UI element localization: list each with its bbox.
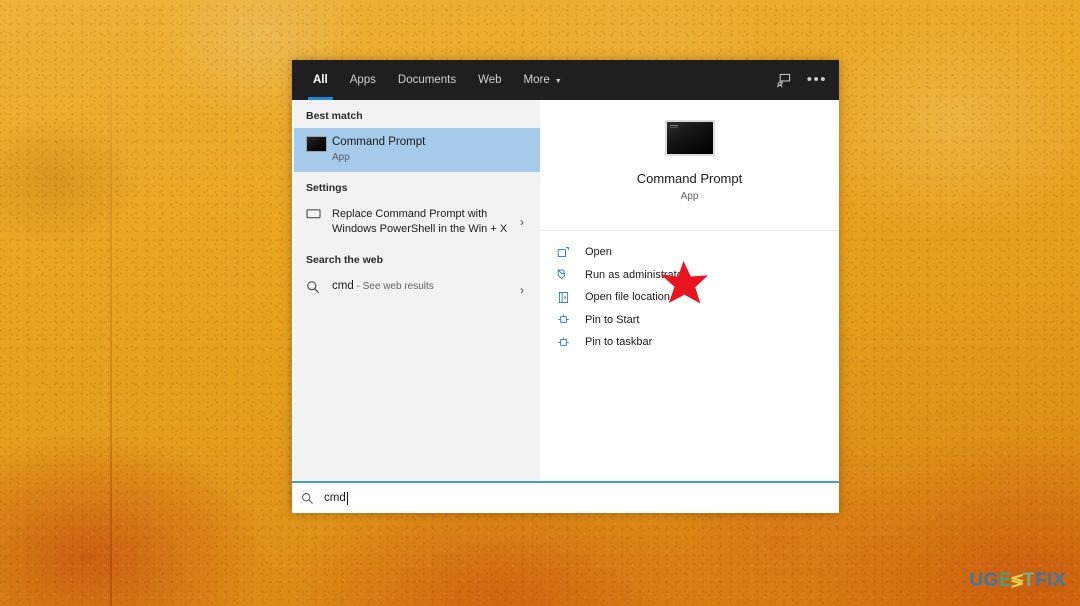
chevron-right-icon[interactable]: › bbox=[514, 283, 530, 297]
result-text: Command Prompt App bbox=[332, 135, 530, 165]
tab-web-label: Web bbox=[478, 74, 502, 86]
action-pin-to-start[interactable]: Pin to Start bbox=[540, 309, 839, 332]
watermark-part-4: FIX bbox=[1034, 570, 1066, 591]
search-icon bbox=[306, 279, 332, 294]
text-cursor bbox=[346, 491, 348, 505]
search-tabbar: All Apps Documents Web More ▼ ••• bbox=[292, 60, 839, 100]
action-label: Pin to taskbar bbox=[585, 336, 653, 349]
watermark-part-3: T bbox=[1022, 570, 1035, 591]
tab-more-label: More bbox=[523, 74, 550, 86]
tab-documents[interactable]: Documents bbox=[387, 60, 467, 100]
result-item-web-cmd[interactable]: cmd - See web results › bbox=[294, 272, 540, 308]
action-label: Pin to Start bbox=[585, 313, 640, 326]
web-suffix: - See web results bbox=[353, 281, 434, 292]
monitor-icon bbox=[306, 207, 332, 221]
app-type: App bbox=[680, 191, 699, 202]
search-input[interactable]: cmd bbox=[292, 481, 839, 513]
tab-documents-label: Documents bbox=[397, 74, 457, 86]
command-prompt-icon bbox=[664, 120, 715, 156]
action-run-as-administrator[interactable]: Run as administrator bbox=[540, 264, 839, 287]
action-open-file-location[interactable]: Open file location bbox=[540, 286, 839, 309]
tabbar-actions: ••• bbox=[776, 60, 839, 100]
shield-run-icon bbox=[557, 268, 585, 281]
result-text: cmd - See web results bbox=[332, 279, 514, 294]
action-label: Run as administrator bbox=[585, 268, 687, 281]
setting-title-line1: Replace Command Prompt with bbox=[332, 208, 488, 220]
result-title: Command Prompt bbox=[332, 136, 426, 148]
settings-header: Settings bbox=[306, 182, 348, 194]
search-preview-pane: Command Prompt App Open Run as administr… bbox=[540, 100, 839, 481]
result-item-replace-command-prompt[interactable]: Replace Command Prompt with Windows Powe… bbox=[294, 200, 540, 244]
app-preview-header: Command Prompt App bbox=[540, 100, 839, 231]
watermark-part-1: UG bbox=[969, 570, 999, 591]
best-match-header: Best match bbox=[306, 110, 363, 122]
web-result-title: cmd - See web results bbox=[332, 279, 514, 294]
site-watermark: UG E ≶ T FIX bbox=[969, 570, 1066, 592]
search-input-value: cmd bbox=[324, 492, 346, 504]
desktop-seam bbox=[110, 0, 112, 606]
more-options-icon[interactable]: ••• bbox=[806, 71, 827, 88]
search-results-list: Best match Command Prompt App Settings R… bbox=[292, 100, 540, 481]
pin-icon bbox=[557, 313, 585, 326]
app-actions-list: Open Run as administrator Open file loca… bbox=[540, 231, 839, 354]
result-text: Replace Command Prompt with Windows Powe… bbox=[332, 207, 514, 237]
feedback-icon[interactable] bbox=[776, 73, 791, 88]
tab-all-label: All bbox=[313, 74, 328, 86]
result-subtitle: App bbox=[332, 152, 350, 163]
action-pin-to-taskbar[interactable]: Pin to taskbar bbox=[540, 331, 839, 354]
open-icon bbox=[557, 246, 585, 259]
action-label: Open file location bbox=[585, 291, 670, 304]
search-web-header: Search the web bbox=[306, 254, 384, 266]
search-results-body: Best match Command Prompt App Settings R… bbox=[292, 100, 839, 481]
more-options-glyph: ••• bbox=[806, 71, 827, 88]
result-item-command-prompt[interactable]: Command Prompt App bbox=[294, 128, 540, 172]
search-input-value-wrap: cmd bbox=[324, 491, 348, 505]
command-prompt-icon bbox=[306, 135, 332, 152]
tab-apps-label: Apps bbox=[349, 74, 376, 86]
tab-more[interactable]: More ▼ bbox=[513, 60, 573, 100]
action-open[interactable]: Open bbox=[540, 241, 839, 264]
pin-icon bbox=[557, 336, 585, 349]
search-icon bbox=[301, 492, 314, 505]
chevron-right-icon[interactable]: › bbox=[514, 215, 530, 229]
tab-apps[interactable]: Apps bbox=[339, 60, 387, 100]
windows-search-flyout: All Apps Documents Web More ▼ ••• Best m… bbox=[292, 60, 839, 513]
setting-title-line2: Windows PowerShell in the Win + X bbox=[332, 223, 508, 235]
app-title: Command Prompt bbox=[636, 171, 743, 186]
action-label: Open bbox=[585, 246, 612, 259]
folder-location-icon bbox=[557, 291, 585, 304]
search-tabs: All Apps Documents Web More ▼ bbox=[292, 60, 573, 100]
chevron-down-icon: ▼ bbox=[554, 77, 562, 85]
web-query: cmd bbox=[332, 280, 354, 292]
tab-web[interactable]: Web bbox=[467, 60, 512, 100]
tab-all[interactable]: All bbox=[302, 60, 339, 100]
